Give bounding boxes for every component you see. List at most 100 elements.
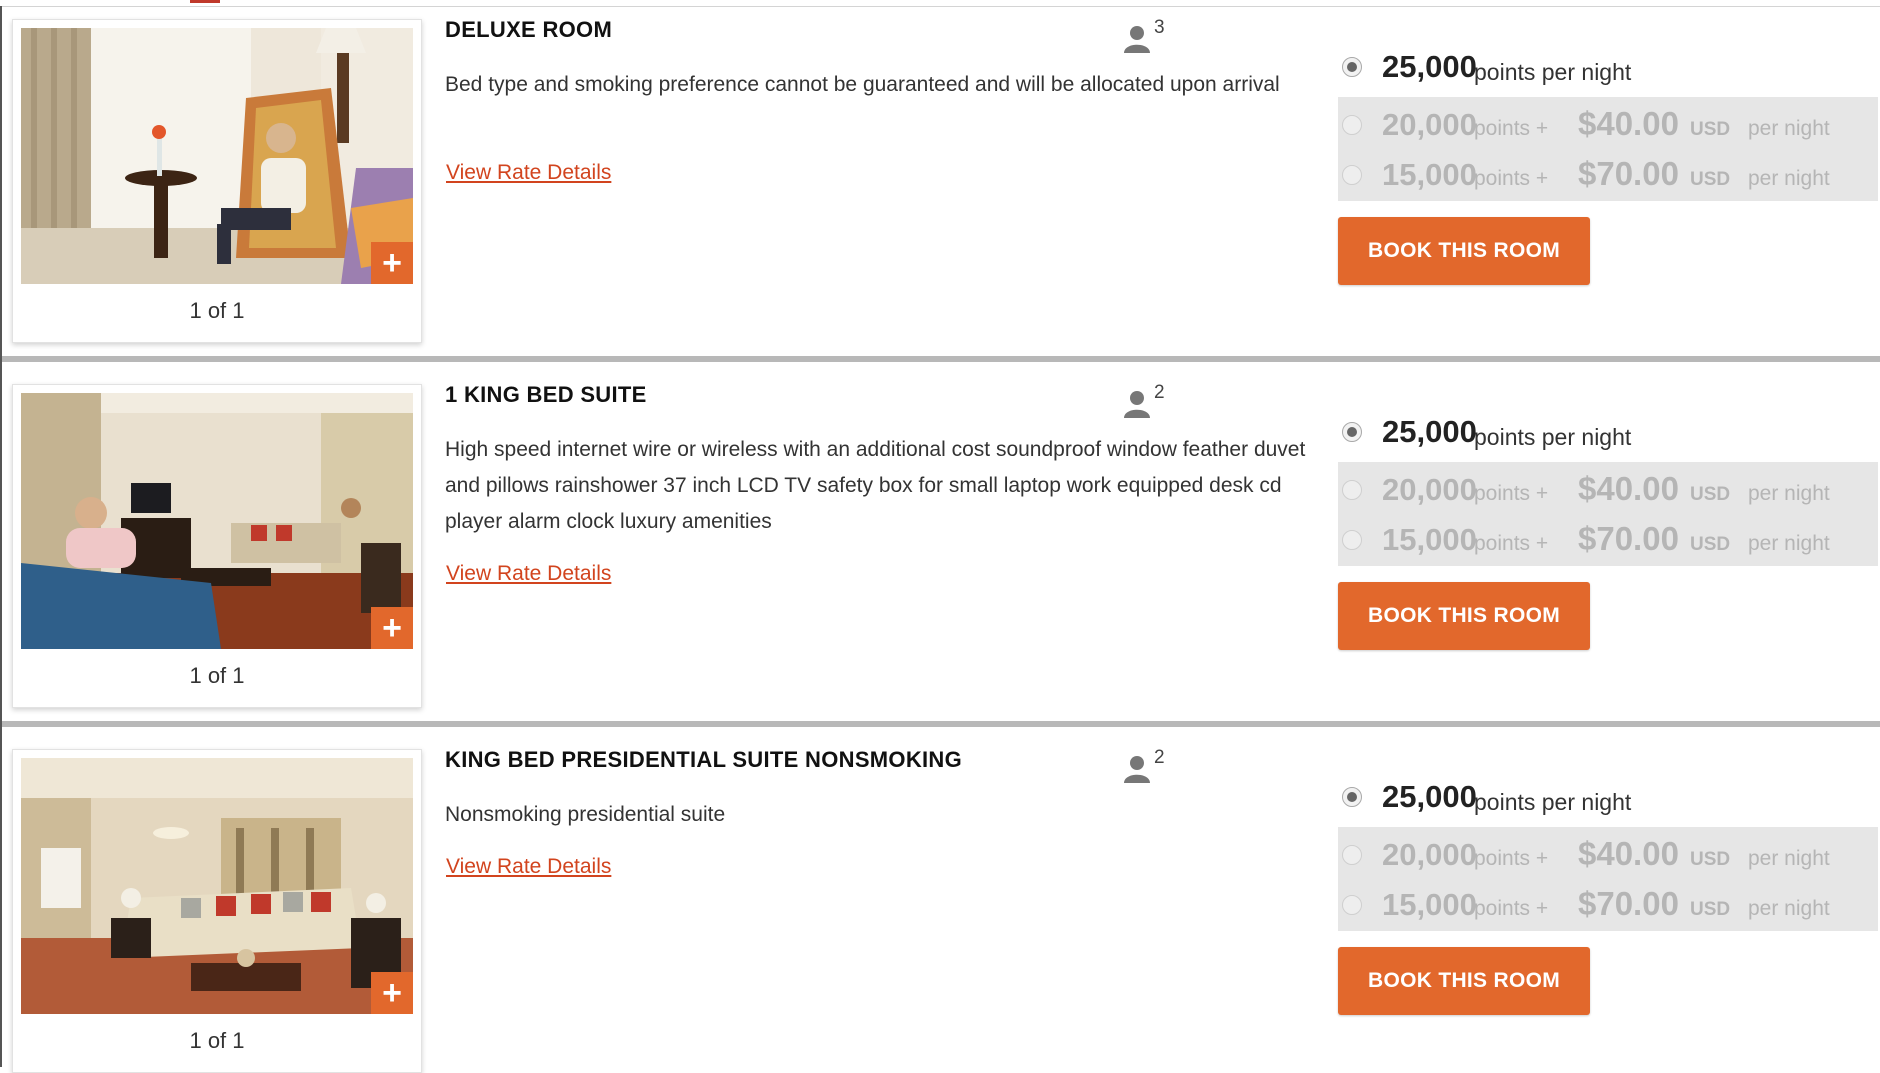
alt-rate-per: per night: [1748, 897, 1830, 920]
alt-rate-points: 15,000: [1382, 887, 1477, 922]
rate-radio[interactable]: [1342, 115, 1362, 135]
occupancy-count: 3: [1154, 17, 1165, 38]
room-photo[interactable]: +: [21, 393, 413, 649]
rate-radio-selected[interactable]: [1342, 787, 1362, 807]
rate-suffix: points per night: [1474, 424, 1632, 450]
alt-rate-points-label: points +: [1474, 117, 1549, 140]
alt-rate-cash: $70.00: [1578, 155, 1679, 192]
alt-rate-per: per night: [1748, 167, 1830, 190]
person-icon: [1124, 391, 1150, 418]
rate-option-points[interactable]: 25,000 points per night: [1338, 47, 1878, 91]
room-card-presidential-suite: + 1 of 1 KING BED PRESIDENTIAL SUITE NON…: [0, 737, 1880, 1073]
room-photo[interactable]: +: [21, 758, 413, 1014]
rate-radio-selected[interactable]: [1342, 422, 1362, 442]
alt-rate-cash: $40.00: [1578, 470, 1679, 507]
occupancy-indicator: 2: [1122, 380, 1182, 420]
alt-rate-currency: USD: [1690, 534, 1731, 555]
photo-counter: 1 of 1: [189, 298, 245, 323]
occupancy-count: 2: [1154, 382, 1165, 403]
top-accent-mark: [190, 0, 220, 3]
alt-rate-currency: USD: [1690, 484, 1731, 505]
book-this-room-button[interactable]: BOOK THIS ROOM: [1338, 947, 1590, 1015]
rate-points: 25,000: [1382, 49, 1477, 84]
rate-radio[interactable]: [1342, 480, 1362, 500]
alt-rate-per: per night: [1748, 532, 1830, 555]
page-left-border: [0, 6, 2, 1067]
book-this-room-button[interactable]: BOOK THIS ROOM: [1338, 582, 1590, 650]
occupancy-count: 2: [1154, 747, 1165, 768]
rate-points: 25,000: [1382, 414, 1477, 449]
view-rate-details-link[interactable]: View Rate Details: [446, 562, 611, 586]
rate-radio[interactable]: [1342, 530, 1362, 550]
alt-rate-points: 15,000: [1382, 522, 1477, 557]
room-divider: [0, 356, 1880, 362]
room-card-deluxe: + 1 of 1 DELUXE ROOM 3 Bed type and smok…: [0, 7, 1880, 372]
alt-rate-currency: USD: [1690, 899, 1731, 920]
alt-rate-currency: USD: [1690, 119, 1731, 140]
alt-rate-points-label: points +: [1474, 897, 1549, 920]
alt-rate-cash: $70.00: [1578, 885, 1679, 922]
room-description: Nonsmoking presidential suite: [445, 803, 726, 826]
rate-points: 25,000: [1382, 779, 1477, 814]
room-divider: [0, 721, 1880, 727]
alt-rate-per: per night: [1748, 847, 1830, 870]
rate-option-points[interactable]: 25,000 points per night: [1338, 777, 1878, 821]
room-photo-card: + 1 of 1: [12, 749, 422, 1073]
alt-rate-per: per night: [1748, 482, 1830, 505]
enlarge-photo-button[interactable]: +: [371, 242, 413, 284]
rate-suffix: points per night: [1474, 789, 1632, 815]
rate-radio[interactable]: [1342, 845, 1362, 865]
room-photo-image: [21, 758, 413, 1014]
view-rate-details-link[interactable]: View Rate Details: [446, 855, 611, 879]
alt-rate-points: 20,000: [1382, 837, 1477, 872]
alt-rate-currency: USD: [1690, 849, 1731, 870]
book-this-room-button[interactable]: BOOK THIS ROOM: [1338, 217, 1590, 285]
alt-rate-cash: $40.00: [1578, 105, 1679, 142]
alt-rates-box: 20,000 points + $40.00 USD per night 15,…: [1338, 97, 1878, 201]
room-card-king-suite: + 1 of 1 1 KING BED SUITE 2 High speed i…: [0, 372, 1880, 737]
enlarge-photo-button[interactable]: +: [371, 607, 413, 649]
alt-rate-points: 15,000: [1382, 157, 1477, 192]
rate-option-points-cash[interactable]: 20,000 points + $40.00 USD per night: [1338, 101, 1878, 149]
rate-option-points-cash[interactable]: 15,000 points + $70.00 USD per night: [1338, 151, 1878, 199]
rate-option-points[interactable]: 25,000 points per night: [1338, 412, 1878, 456]
rate-radio-selected[interactable]: [1342, 57, 1362, 77]
photo-counter: 1 of 1: [189, 1028, 245, 1053]
occupancy-indicator: 2: [1122, 745, 1182, 785]
alt-rates-box: 20,000 points + $40.00 USD per night 15,…: [1338, 827, 1878, 931]
alt-rate-points: 20,000: [1382, 472, 1477, 507]
alt-rate-points-label: points +: [1474, 167, 1549, 190]
enlarge-photo-button[interactable]: +: [371, 972, 413, 1014]
alt-rate-cash: $70.00: [1578, 520, 1679, 557]
top-strip: [0, 0, 1880, 7]
rate-radio[interactable]: [1342, 895, 1362, 915]
alt-rate-currency: USD: [1690, 169, 1731, 190]
room-photo-image: [21, 393, 413, 649]
alt-rate-points-label: points +: [1474, 532, 1549, 555]
rate-option-points-cash[interactable]: 20,000 points + $40.00 USD per night: [1338, 831, 1878, 879]
occupancy-indicator: 3: [1122, 15, 1182, 55]
alt-rate-per: per night: [1748, 117, 1830, 140]
rate-option-points-cash[interactable]: 15,000 points + $70.00 USD per night: [1338, 516, 1878, 564]
alt-rate-points-label: points +: [1474, 847, 1549, 870]
room-description: Bed type and smoking preference cannot b…: [445, 73, 1280, 96]
rate-option-points-cash[interactable]: 15,000 points + $70.00 USD per night: [1338, 881, 1878, 929]
room-photo-card: + 1 of 1: [12, 19, 422, 343]
room-title: KING BED PRESIDENTIAL SUITE NONSMOKING: [445, 747, 963, 772]
room-title: 1 KING BED SUITE: [445, 382, 647, 407]
room-photo-image: [21, 28, 413, 284]
view-rate-details-link[interactable]: View Rate Details: [446, 161, 611, 185]
alt-rate-cash: $40.00: [1578, 835, 1679, 872]
person-icon: [1124, 26, 1150, 53]
rate-suffix: points per night: [1474, 59, 1632, 85]
rate-option-points-cash[interactable]: 20,000 points + $40.00 USD per night: [1338, 466, 1878, 514]
photo-counter: 1 of 1: [189, 663, 245, 688]
rate-radio[interactable]: [1342, 165, 1362, 185]
alt-rate-points-label: points +: [1474, 482, 1549, 505]
room-title: DELUXE ROOM: [445, 17, 613, 42]
alt-rates-box: 20,000 points + $40.00 USD per night 15,…: [1338, 462, 1878, 566]
alt-rate-points: 20,000: [1382, 107, 1477, 142]
room-photo[interactable]: +: [21, 28, 413, 284]
room-description: High speed internet wire or wireless wit…: [445, 438, 1306, 533]
room-photo-card: + 1 of 1: [12, 384, 422, 708]
